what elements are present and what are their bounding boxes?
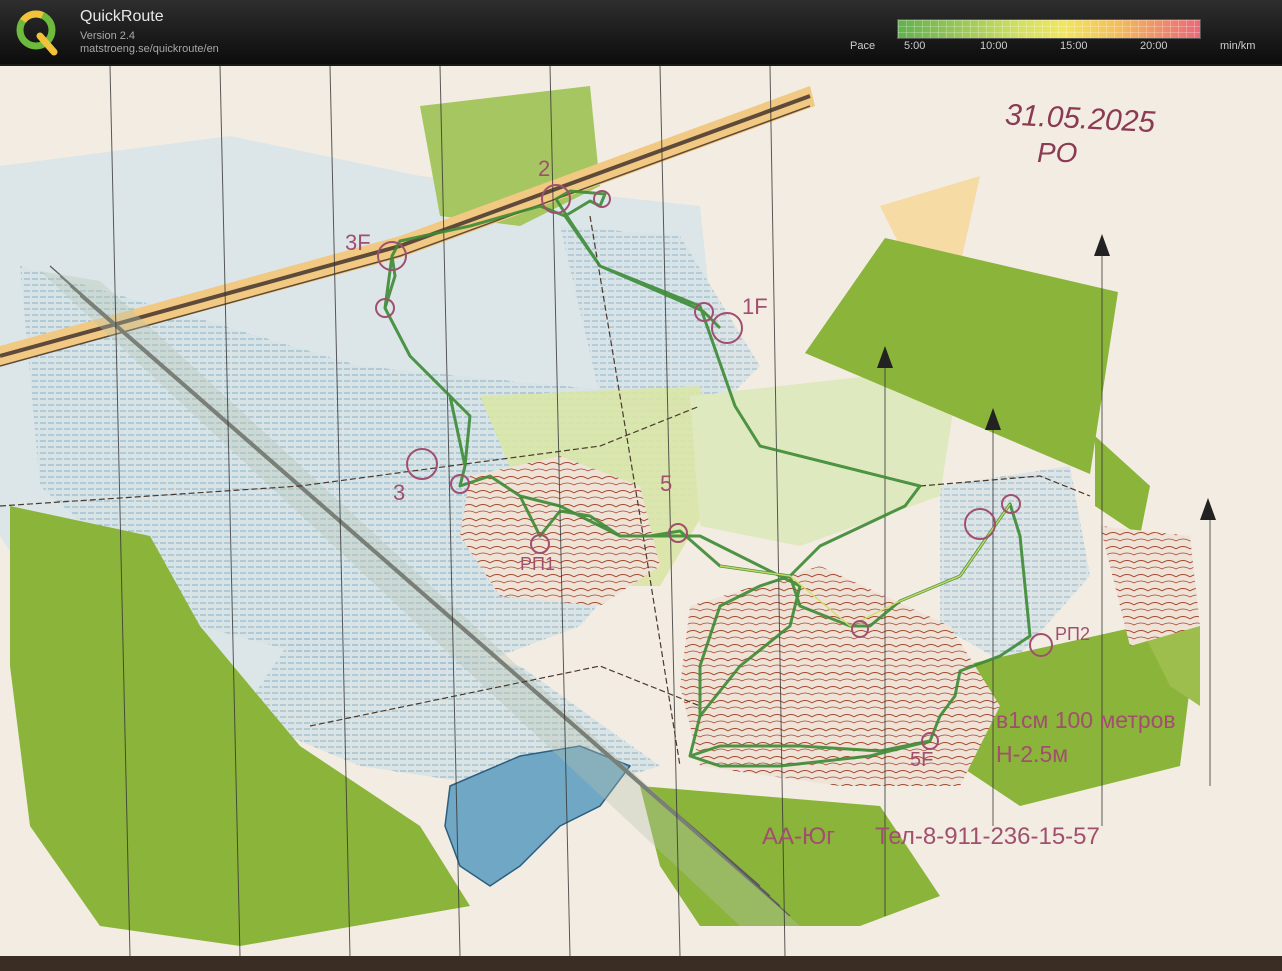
control-label-5f: 5F (910, 749, 933, 771)
control-label-3: 3 (393, 480, 405, 505)
pace-tick-10: 10:00 (980, 40, 1008, 52)
app-version: Version 2.4 (80, 30, 136, 42)
map-phone: Тел-8-911-236-15-57 (875, 823, 1100, 850)
pace-label: Pace (850, 40, 876, 52)
pace-tick-5: 5:00 (904, 40, 926, 52)
pace-tick-15: 15:00 (1060, 40, 1088, 52)
orienteering-map[interactable]: 2 3F 1F 3 5 РП1 РП2 5F 31.05.2025 РО в1с… (0, 66, 1282, 971)
control-label-2: 2 (538, 156, 550, 181)
pace-color-scale (897, 19, 1201, 39)
map-scale-line1: в1см 100 метров (996, 707, 1176, 733)
control-label-rp1: РП1 (520, 554, 555, 574)
quickroute-logo-icon (16, 10, 58, 56)
map-scale-line2: H-2.5м (996, 741, 1068, 767)
app-url[interactable]: matstroeng.se/quickroute/en (80, 43, 219, 55)
map-canvas[interactable]: 2 3F 1F 3 5 РП1 РП2 5F 31.05.2025 РО в1с… (0, 66, 1282, 971)
control-label-3f: 3F (345, 230, 371, 255)
map-class-code: РО (1037, 137, 1077, 168)
app-header: QuickRoute Version 2.4 matstroeng.se/qui… (0, 0, 1282, 64)
control-label-rp2: РП2 (1055, 624, 1090, 644)
table-edge (0, 956, 1282, 971)
app-title: QuickRoute (80, 8, 164, 25)
control-label-5: 5 (660, 471, 672, 496)
pace-unit: min/km (1220, 40, 1256, 52)
pace-tick-20: 20:00 (1140, 40, 1168, 52)
control-label-1f: 1F (742, 294, 768, 319)
map-organizer: АА-Юг (762, 823, 835, 850)
